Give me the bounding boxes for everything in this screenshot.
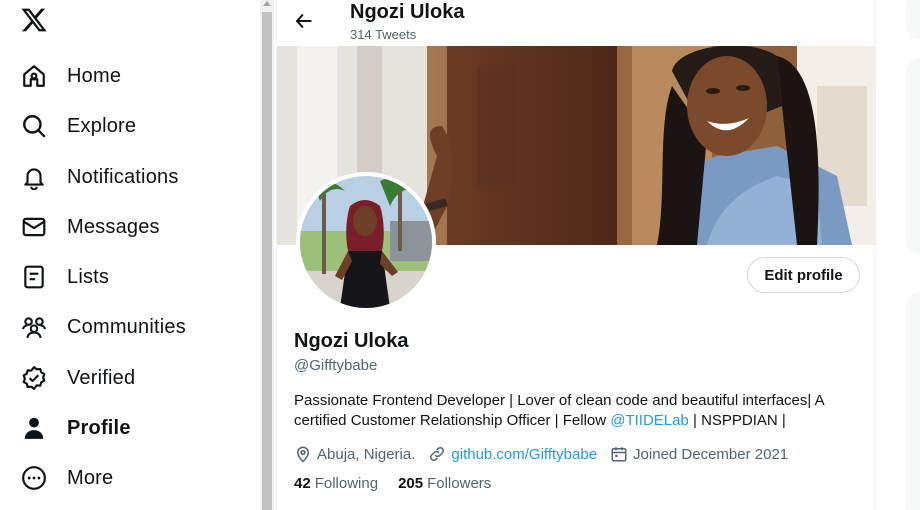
scroll-up-arrow-icon[interactable] (263, 1, 271, 6)
more-circle-icon (20, 464, 48, 492)
nav-communities[interactable]: Communities (20, 307, 186, 347)
profile-main: Ngozi Uloka 314 Tweets Edit profile Ngoz… (276, 0, 876, 510)
nav-label-verified: Verified (67, 366, 136, 389)
website-link[interactable]: github.com/Gifftybabe (451, 446, 597, 463)
nav-home[interactable]: Home (20, 56, 121, 96)
followers-label: Followers (427, 475, 492, 492)
joined-text: Joined December 2021 (633, 445, 789, 463)
following-count: 42 (294, 475, 311, 492)
who-to-follow-partial (906, 292, 920, 510)
profile-meta: Abuja, Nigeria. github.com/Gifftybabe Jo… (294, 443, 801, 465)
nav-label-profile: Profile (67, 416, 131, 439)
nav-profile[interactable]: Profile (20, 408, 131, 448)
nav-label-messages: Messages (67, 215, 160, 238)
nav-label-explore: Explore (67, 114, 137, 137)
trends-panel-partial (906, 58, 920, 254)
communities-icon (20, 313, 48, 341)
link-icon (430, 446, 445, 462)
profile-display-name: Ngozi Uloka (294, 330, 409, 352)
following-link[interactable]: 42 Following (294, 475, 378, 492)
scroll-thumb[interactable] (262, 12, 272, 510)
edit-profile-button[interactable]: Edit profile (747, 257, 860, 293)
back-button[interactable] (291, 8, 317, 34)
scrollbar[interactable] (260, 0, 274, 510)
verified-icon (20, 364, 48, 392)
profile-bio: Passionate Frontend Developer | Lover of… (294, 391, 854, 431)
nav-messages[interactable]: Messages (20, 207, 160, 247)
nav-more[interactable]: More (20, 458, 113, 498)
search-icon (20, 112, 48, 140)
calendar-icon (611, 447, 627, 462)
tweet-count: 314 Tweets (350, 27, 417, 42)
nav-label-communities: Communities (67, 315, 186, 338)
location-text: Abuja, Nigeria. (317, 445, 416, 463)
nav-explore[interactable]: Explore (20, 106, 136, 146)
home-icon (20, 62, 48, 90)
followers-count: 205 (398, 475, 424, 492)
person-icon (20, 414, 48, 442)
bio-text-end: | NSPPDIAN | (688, 412, 786, 429)
sidebar-nav: Home Explore Notifications Messages List… (0, 0, 260, 510)
followers-link[interactable]: 205 Followers (398, 475, 491, 492)
profile-avatar[interactable] (296, 172, 436, 312)
profile-handle: @Gifftybabe (294, 357, 378, 374)
location-pin-icon (296, 446, 310, 463)
nav-label-notifications: Notifications (67, 165, 179, 188)
nav-label-more: More (67, 466, 114, 489)
right-sidebar (876, 0, 920, 510)
search-box-partial[interactable] (906, 0, 920, 40)
profile-stats: 42 Following 205 Followers (294, 475, 511, 492)
x-logo-icon[interactable] (20, 6, 50, 36)
nav-label-home: Home (67, 64, 122, 87)
following-label: Following (314, 475, 379, 492)
nav-notifications[interactable]: Notifications (20, 157, 179, 197)
profile-website[interactable]: github.com/Gifftybabe (428, 445, 597, 463)
arrow-left-icon (295, 14, 312, 28)
profile-location: Abuja, Nigeria. (294, 445, 415, 463)
bell-icon (20, 163, 48, 191)
list-icon (20, 263, 48, 291)
envelope-icon (20, 213, 48, 241)
nav-label-lists: Lists (67, 265, 110, 288)
nav-lists[interactable]: Lists (20, 257, 109, 297)
nav-verified[interactable]: Verified (20, 358, 135, 398)
bio-mention-link[interactable]: @TIIDELab (610, 412, 689, 429)
header-name: Ngozi Uloka (350, 1, 465, 23)
profile-joined: Joined December 2021 (610, 445, 788, 463)
